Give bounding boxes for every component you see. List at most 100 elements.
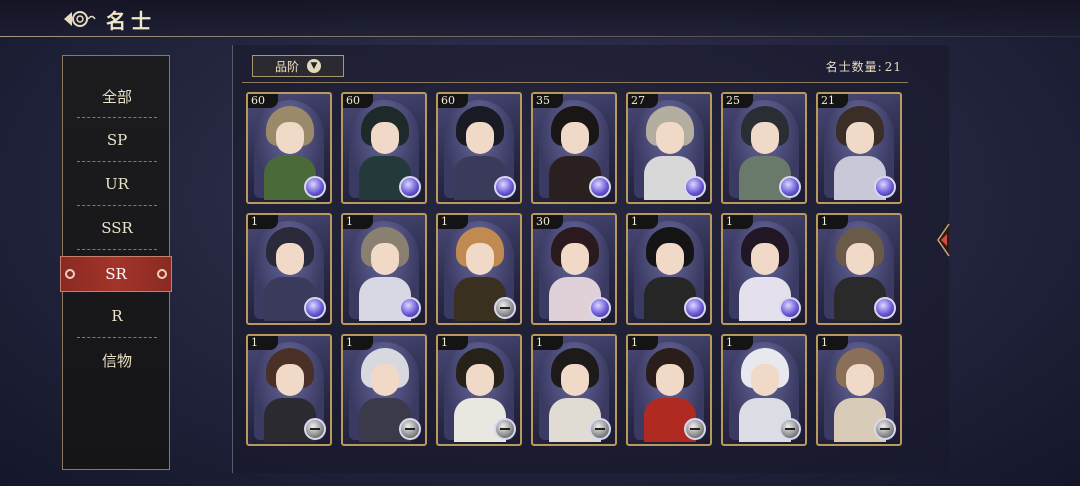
level-badge: 1 xyxy=(343,215,373,229)
expand-panel-arrow-icon[interactable] xyxy=(936,222,950,258)
sidebar-item-r[interactable]: R xyxy=(73,294,161,338)
filter-divider xyxy=(242,82,908,83)
portrait-face xyxy=(561,243,589,275)
sidebar-item-sr[interactable]: SR xyxy=(60,256,172,292)
level-badge: 1 xyxy=(723,215,753,229)
top-bar xyxy=(0,0,1080,38)
character-card[interactable]: 1 xyxy=(436,213,522,325)
page-title: 名士 xyxy=(106,8,156,33)
sidebar-item-tokens[interactable]: 信物 xyxy=(73,338,161,382)
portrait-face xyxy=(846,243,874,275)
character-card[interactable]: 1 xyxy=(816,334,902,446)
character-card[interactable]: 30 xyxy=(531,213,617,325)
level-badge: 1 xyxy=(628,215,658,229)
portrait-face xyxy=(561,122,589,154)
character-card[interactable]: 60 xyxy=(341,92,427,204)
portrait-face xyxy=(561,364,589,396)
sidebar-item-sp[interactable]: SP xyxy=(73,118,161,162)
level-badge: 1 xyxy=(438,215,468,229)
locked-orb-icon xyxy=(589,418,611,440)
level-badge: 27 xyxy=(628,94,658,108)
portrait-face xyxy=(846,122,874,154)
portrait-face xyxy=(751,122,779,154)
portrait-face xyxy=(276,243,304,275)
level-badge: 30 xyxy=(533,215,563,229)
ornament-dot-icon xyxy=(157,269,167,279)
awakening-orb-icon xyxy=(779,297,801,319)
character-card[interactable]: 1 xyxy=(721,213,807,325)
level-badge: 1 xyxy=(533,336,563,350)
portrait-face xyxy=(371,243,399,275)
locked-orb-icon xyxy=(779,418,801,440)
character-card[interactable]: 1 xyxy=(721,334,807,446)
awakening-orb-icon xyxy=(304,176,326,198)
locked-orb-icon xyxy=(399,418,421,440)
awakening-orb-icon xyxy=(589,297,611,319)
locked-orb-icon xyxy=(874,418,896,440)
character-card[interactable]: 1 xyxy=(341,334,427,446)
rarity-filter-dropdown[interactable]: 品阶 ▼ xyxy=(252,55,344,77)
character-card[interactable]: 1 xyxy=(816,213,902,325)
portrait-face xyxy=(751,364,779,396)
sidebar-item-all[interactable]: 全部 xyxy=(73,74,161,118)
character-card[interactable]: 1 xyxy=(531,334,617,446)
level-badge: 1 xyxy=(248,215,278,229)
character-card[interactable]: 21 xyxy=(816,92,902,204)
header-divider xyxy=(0,36,1080,37)
portrait-face xyxy=(276,122,304,154)
character-card[interactable]: 1 xyxy=(246,334,332,446)
awakening-orb-icon xyxy=(494,176,516,198)
portrait-face xyxy=(656,243,684,275)
awakening-orb-icon xyxy=(399,176,421,198)
character-card[interactable]: 60 xyxy=(246,92,332,204)
level-badge: 1 xyxy=(438,336,468,350)
level-badge: 1 xyxy=(818,336,848,350)
sidebar-item-label: SSR xyxy=(101,219,133,237)
sidebar-item-ur[interactable]: UR xyxy=(73,162,161,206)
level-badge: 1 xyxy=(723,336,753,350)
portrait-face xyxy=(656,122,684,154)
header: 名士 xyxy=(62,6,156,33)
character-card[interactable]: 25 xyxy=(721,92,807,204)
count-label: 名士数量: xyxy=(825,60,883,74)
character-card[interactable]: 27 xyxy=(626,92,712,204)
locked-orb-icon xyxy=(494,418,516,440)
portrait-face xyxy=(371,122,399,154)
character-card[interactable]: 60 xyxy=(436,92,522,204)
level-badge: 1 xyxy=(343,336,373,350)
character-card[interactable]: 35 xyxy=(531,92,617,204)
level-badge: 1 xyxy=(628,336,658,350)
level-badge: 60 xyxy=(438,94,468,108)
level-badge: 1 xyxy=(818,215,848,229)
portrait-face xyxy=(751,243,779,275)
portrait-face xyxy=(466,364,494,396)
portrait-face xyxy=(656,364,684,396)
character-card[interactable]: 1 xyxy=(246,213,332,325)
locked-orb-icon xyxy=(684,418,706,440)
chevron-down-icon: ▼ xyxy=(307,59,321,73)
portrait-face xyxy=(846,364,874,396)
sidebar-item-label: 信物 xyxy=(101,351,132,370)
sidebar-item-label: UR xyxy=(105,175,129,193)
character-card[interactable]: 1 xyxy=(341,213,427,325)
character-card[interactable]: 1 xyxy=(436,334,522,446)
level-badge: 21 xyxy=(818,94,848,108)
awakening-orb-icon xyxy=(874,176,896,198)
character-card[interactable]: 1 xyxy=(626,334,712,446)
level-badge: 35 xyxy=(533,94,563,108)
divider xyxy=(77,249,157,250)
awakening-orb-icon xyxy=(779,176,801,198)
character-card[interactable]: 1 xyxy=(626,213,712,325)
sidebar-item-label: SP xyxy=(106,131,128,149)
portrait-face xyxy=(466,122,494,154)
level-badge: 25 xyxy=(723,94,753,108)
cloud-ornament-back-icon[interactable] xyxy=(62,8,96,30)
awakening-orb-icon xyxy=(304,297,326,319)
portrait-face xyxy=(371,364,399,396)
locked-orb-icon xyxy=(304,418,326,440)
awakening-orb-icon xyxy=(399,297,421,319)
sidebar-item-ssr[interactable]: SSR xyxy=(73,206,161,250)
rarity-sidebar: 全部 SP UR SSR SR R 信物 xyxy=(60,55,172,470)
awakening-orb-icon xyxy=(684,176,706,198)
character-count: 名士数量: 21 xyxy=(824,58,902,75)
